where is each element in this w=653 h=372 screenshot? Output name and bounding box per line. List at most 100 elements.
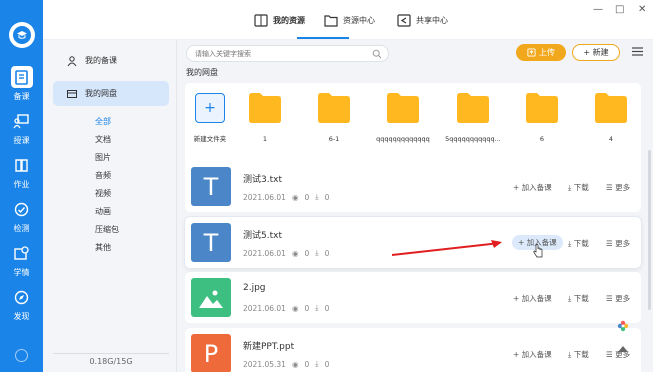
file-meta: 2021.06.01 ◉ 0 ⤓ 0 — [243, 248, 335, 258]
folder-icon — [249, 93, 281, 123]
download-count: 0 — [324, 303, 330, 313]
tab-resource-center[interactable]: 资源中心 — [324, 12, 375, 28]
view-count: 0 — [304, 303, 310, 313]
sidebar-item-my-disk[interactable]: 我的网盘 — [53, 81, 169, 106]
folder-item[interactable]: 4 — [580, 91, 642, 143]
tab-my-resources[interactable]: 我的资源 — [254, 12, 305, 28]
rail-label: 作业 — [13, 180, 30, 189]
filter-archive[interactable]: 压缩包 — [95, 224, 119, 235]
rail-item-prepare[interactable]: 备课 — [0, 62, 43, 106]
action-label: 下载 — [573, 350, 589, 359]
filter-video[interactable]: 视频 — [95, 188, 111, 199]
new-folder-button[interactable]: + 新建文件夹 — [179, 91, 241, 143]
tab-label: 我的资源 — [273, 15, 305, 25]
tab-share-center[interactable]: 共享中心 — [397, 12, 448, 28]
minimize-button[interactable]: — — [593, 4, 603, 15]
scrollbar[interactable] — [648, 150, 651, 310]
file-row[interactable]: P 新建PPT.ppt 2021.05.31 ◉ 0 ⤓ 0 + 加入备课 ⤓ 下载… — [185, 328, 641, 372]
storage-usage: 0.18G/15G — [53, 353, 169, 366]
rail-item-homework[interactable]: 作业 — [0, 150, 43, 194]
top-bar: 我的资源 资源中心 共享中心 — □ ✕ — [43, 0, 653, 40]
sidebar-item-my-prep[interactable]: 我的备课 — [53, 48, 169, 73]
share-icon — [397, 13, 411, 27]
sidebar-item-label: 我的备课 — [85, 56, 117, 65]
add-to-prep-button[interactable]: + 加入备课 — [513, 293, 552, 304]
file-meta: 2021.05.31 ◉ 0 ⤓ 0 — [243, 359, 335, 369]
text-file-icon: T — [191, 167, 231, 206]
folder-item[interactable]: 1 — [234, 91, 296, 143]
rail-item-test[interactable]: 检测 — [0, 194, 43, 238]
add-to-prep-button[interactable]: + 加入备课 — [513, 349, 552, 360]
rail-label: 检测 — [13, 224, 30, 233]
file-date: 2021.06.01 — [243, 248, 286, 258]
upload-button[interactable]: 上传 — [516, 44, 566, 61]
filter-images[interactable]: 图片 — [95, 152, 111, 163]
test-icon — [14, 202, 29, 216]
rail-item-discover[interactable]: 发现 — [0, 282, 43, 326]
new-button[interactable]: + 新建 — [572, 44, 620, 61]
sidebar-item-label: 我的网盘 — [85, 89, 117, 98]
filter-all[interactable]: 全部 — [95, 116, 111, 127]
book-icon — [15, 69, 28, 85]
file-name: 测试3.txt — [243, 175, 282, 185]
more-button[interactable]: ☰ 更多 — [606, 238, 630, 249]
plus-icon: + — [513, 350, 522, 359]
menu-icon[interactable] — [632, 46, 643, 57]
download-count: 0 — [324, 192, 330, 202]
rail-item-teach[interactable]: 授课 — [0, 106, 43, 150]
folder-item[interactable]: 5qqqqqqqqqqq... — [442, 91, 504, 143]
more-button[interactable]: ☰ 更多 — [606, 293, 630, 304]
more-icon: ☰ — [606, 183, 616, 192]
action-label: 下载 — [573, 183, 589, 192]
folder-label: 5qqqqqqqqqqq... — [445, 135, 501, 143]
download-button[interactable]: ⤓ 下载 — [568, 238, 589, 249]
filter-audio[interactable]: 音频 — [95, 170, 111, 181]
folder-label: 6 — [539, 135, 545, 143]
active-tab-indicator — [297, 37, 349, 39]
eye-icon: ◉ — [291, 248, 299, 258]
user-avatar[interactable] — [15, 349, 28, 362]
flower-icon[interactable] — [617, 320, 629, 332]
scroll-top-icon[interactable] — [617, 343, 629, 355]
action-label: 更多 — [615, 239, 631, 248]
folder-icon — [324, 14, 338, 27]
action-label: 更多 — [615, 294, 631, 303]
analytics-icon — [14, 245, 29, 260]
action-label: 更多 — [615, 183, 631, 192]
download-count: 0 — [324, 248, 330, 258]
download-button[interactable]: ⤓ 下载 — [568, 182, 589, 193]
filter-animation[interactable]: 动画 — [95, 206, 111, 217]
plus-icon: + — [518, 238, 527, 247]
file-row[interactable]: 2.jpg 2021.06.01 ◉ 0 ⤓ 0 + 加入备课 ⤓ 下载 ☰ 更多 — [185, 272, 641, 323]
filter-other[interactable]: 其他 — [95, 242, 111, 253]
tab-label: 资源中心 — [343, 15, 375, 25]
main-content: 上传 + 新建 我的网盘 + 新建文件夹 1 6-1 qqqqqqqqqqqqq… — [177, 40, 653, 372]
rail-label: 授课 — [13, 136, 30, 145]
upload-icon — [527, 48, 536, 57]
file-row[interactable]: T 测试3.txt 2021.06.01 ◉ 0 ⤓ 0 + 加入备课 ⤓ 下载 ☰… — [185, 161, 641, 212]
folder-icon — [595, 93, 627, 123]
folder-label: 4 — [608, 135, 614, 143]
download-button[interactable]: ⤓ 下载 — [568, 349, 589, 360]
file-name: 2.jpg — [243, 283, 266, 293]
search-icon[interactable] — [372, 49, 382, 59]
hand-cursor-icon — [533, 244, 543, 258]
file-meta: 2021.06.01 ◉ 0 ⤓ 0 — [243, 303, 335, 313]
rail-item-analytics[interactable]: 学情 — [0, 238, 43, 282]
close-button[interactable]: ✕ — [638, 4, 646, 15]
add-to-prep-button[interactable]: + 加入备课 — [513, 182, 552, 193]
folder-item[interactable]: qqqqqqqqqqqqq — [372, 91, 434, 143]
image-file-icon — [191, 278, 231, 317]
graduation-cap-icon — [17, 31, 27, 39]
maximize-button[interactable]: □ — [615, 4, 624, 15]
action-label: 加入备课 — [521, 183, 552, 192]
download-button[interactable]: ⤓ 下载 — [568, 293, 589, 304]
more-button[interactable]: ☰ 更多 — [606, 182, 630, 193]
search-input[interactable] — [195, 49, 365, 58]
folder-item[interactable]: 6 — [511, 91, 573, 143]
folder-item[interactable]: 6-1 — [303, 91, 365, 143]
folder-label: 新建文件夹 — [193, 135, 227, 143]
rail-label: 学情 — [13, 268, 30, 277]
filter-docs[interactable]: 文档 — [95, 134, 111, 145]
folder-icon — [457, 93, 489, 123]
